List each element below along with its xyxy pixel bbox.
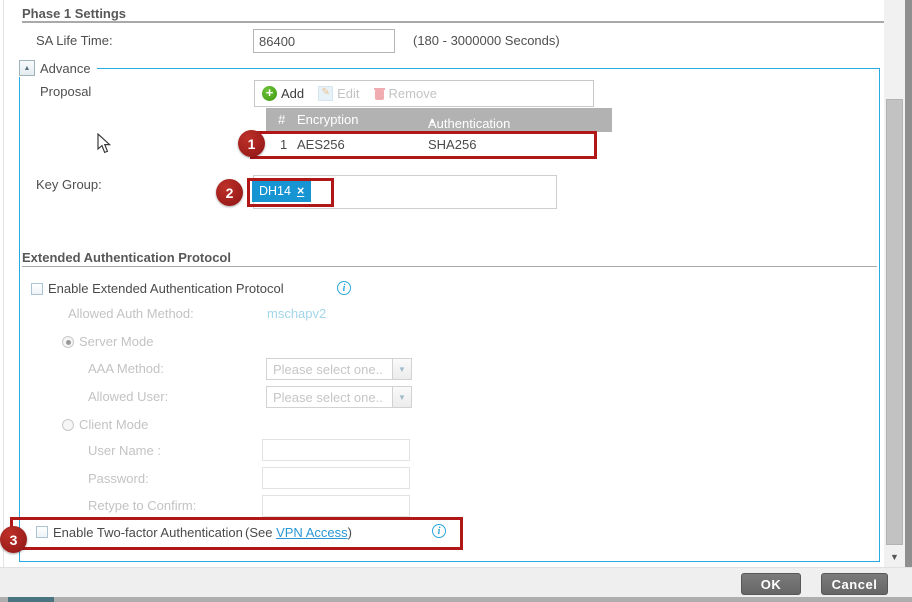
dialog-left-edge (3, 0, 4, 597)
advance-header: ▲ Advance (17, 59, 97, 77)
sa-life-time-hint: (180 - 3000000 Seconds) (413, 33, 560, 48)
add-icon: + (262, 86, 277, 101)
proposal-label: Proposal (40, 84, 91, 99)
scroll-down-arrow-icon[interactable]: ▼ (886, 549, 903, 565)
sa-life-time-input[interactable] (253, 29, 395, 53)
sa-life-time-label: SA Life Time: (36, 33, 113, 48)
edit-button[interactable]: ✎ Edit (318, 86, 359, 101)
phase1-settings-dialog: Phase 1 Settings SA Life Time: (180 - 30… (0, 0, 912, 602)
add-label: Add (281, 86, 304, 101)
aaa-method-select[interactable]: Please select one.. ▼ (266, 358, 412, 380)
annotation-box-2 (247, 178, 334, 207)
enable-eap-label: Enable Extended Authentication Protocol (48, 281, 284, 296)
server-mode-label: Server Mode (79, 334, 153, 349)
col-encryption[interactable]: Encryption (297, 112, 358, 127)
retype-input[interactable] (262, 495, 410, 517)
annotation-box-3 (10, 517, 463, 550)
client-mode-label: Client Mode (79, 417, 148, 432)
allowed-auth-method-value: mschapv2 (267, 306, 326, 321)
dialog-footer: OK Cancel (0, 567, 912, 597)
proposal-table-header: # Encryption Authentication ▲ (266, 108, 612, 132)
user-name-label: User Name : (88, 443, 161, 458)
edit-label: Edit (337, 86, 359, 101)
allowed-user-value: Please select one.. (273, 390, 383, 405)
dropdown-arrow-icon: ▼ (392, 387, 411, 407)
edit-pencil-icon: ✎ (318, 86, 333, 101)
trash-icon (374, 87, 385, 100)
aaa-method-label: AAA Method: (88, 361, 164, 376)
password-label: Password: (88, 471, 149, 486)
remove-button[interactable]: Remove (374, 86, 437, 101)
dropdown-arrow-icon: ▼ (392, 359, 411, 379)
allowed-user-label: Allowed User: (88, 389, 168, 404)
allowed-user-select[interactable]: Please select one.. ▼ (266, 386, 412, 408)
cancel-button[interactable]: Cancel (821, 573, 888, 595)
advance-label[interactable]: Advance (40, 61, 91, 76)
bottom-scroll-fragment (8, 597, 54, 602)
window-right-edge (905, 0, 912, 577)
password-input[interactable] (262, 467, 410, 489)
proposal-toolbar: + Add ✎ Edit Remove (254, 80, 594, 107)
add-button[interactable]: + Add (262, 86, 304, 101)
retype-label: Retype to Confirm: (88, 498, 196, 513)
page-title: Phase 1 Settings (22, 6, 126, 21)
eap-info-icon[interactable]: i (337, 281, 351, 295)
ok-button[interactable]: OK (741, 573, 801, 595)
vertical-scrollbar[interactable] (884, 0, 905, 567)
client-mode-radio[interactable] (62, 419, 74, 431)
mouse-cursor-icon (97, 133, 112, 154)
eap-title: Extended Authentication Protocol (22, 250, 231, 265)
sort-ascending-icon: ▲ (428, 116, 436, 125)
aaa-method-value: Please select one.. (273, 362, 383, 377)
remove-label: Remove (389, 86, 437, 101)
enable-eap-checkbox[interactable] (31, 283, 43, 295)
col-num: # (278, 112, 285, 127)
chevron-up-icon: ▲ (24, 65, 31, 72)
window-bottom-edge (0, 597, 912, 602)
annotation-badge-3: 3 (0, 526, 27, 553)
eap-divider (22, 266, 877, 267)
key-group-label: Key Group: (36, 177, 102, 192)
annotation-box-1 (250, 131, 597, 159)
user-name-input[interactable] (262, 439, 410, 461)
server-mode-radio[interactable] (62, 336, 74, 348)
scrollbar-thumb[interactable] (886, 99, 903, 545)
annotation-badge-1: 1 (238, 130, 265, 157)
title-divider (22, 21, 884, 23)
collapse-advance-button[interactable]: ▲ (19, 60, 35, 76)
allowed-auth-method-label: Allowed Auth Method: (68, 306, 194, 321)
annotation-badge-2: 2 (216, 179, 243, 206)
